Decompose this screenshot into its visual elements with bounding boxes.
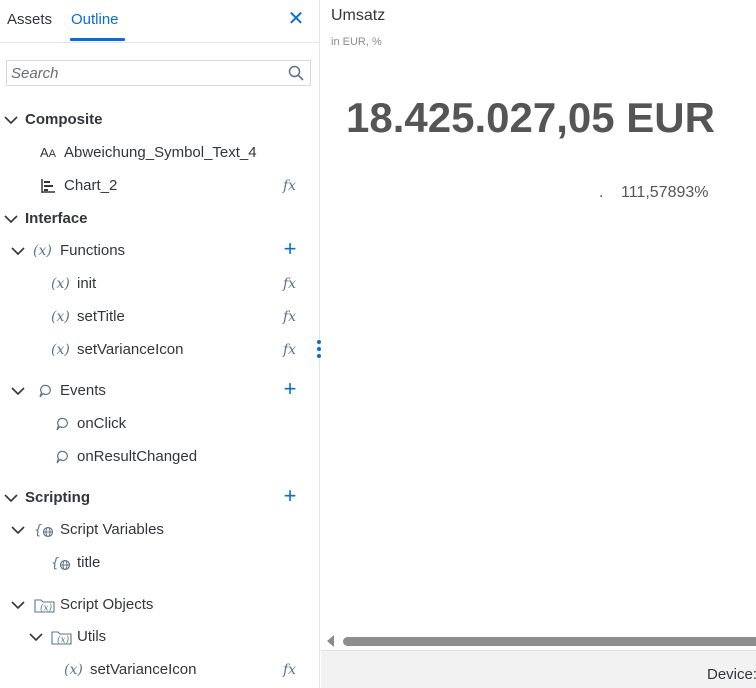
tree-node-events[interactable]: Events +: [0, 378, 320, 404]
tree-label: init: [77, 275, 97, 292]
scrollbar-thumb[interactable]: [343, 637, 756, 646]
tree-label: setVarianceIcon: [90, 661, 197, 678]
tree-node-setvarianceicon[interactable]: (x) setVarianceIcon fx: [0, 337, 320, 363]
tree-label: Scripting: [25, 489, 91, 506]
function-icon: (x): [51, 342, 70, 358]
chevron-down-icon[interactable]: [11, 523, 25, 537]
add-function-icon[interactable]: +: [281, 238, 299, 260]
svg-text:(x): (x): [40, 603, 53, 614]
fx-icon[interactable]: fx: [283, 309, 296, 325]
fx-icon[interactable]: fx: [283, 342, 296, 358]
add-script-icon[interactable]: +: [281, 485, 299, 507]
tree-node-onclick[interactable]: onClick: [0, 411, 320, 437]
horizontal-scrollbar[interactable]: [321, 632, 756, 650]
tree-label: Events: [60, 382, 106, 399]
function-icon: (x): [33, 243, 52, 259]
tree-label: Interface: [25, 210, 88, 227]
search-input[interactable]: [7, 61, 277, 85]
tree-node-chart[interactable]: Chart_2 fx: [0, 173, 320, 199]
chevron-down-icon[interactable]: [4, 113, 18, 127]
tree-label: Composite: [25, 111, 103, 128]
tree-node-composite[interactable]: Composite: [0, 107, 320, 133]
fx-icon[interactable]: fx: [283, 276, 296, 292]
tree-node-utils-setvarianceicon[interactable]: (x) setVarianceIcon fx: [0, 657, 320, 683]
tree-label: Functions: [60, 242, 126, 259]
close-icon[interactable]: ✕: [285, 8, 307, 30]
text-icon: AA: [40, 145, 57, 160]
widget-title: Umsatz: [331, 7, 386, 24]
tree-label: Chart_2: [64, 177, 118, 194]
script-object-icon: (x): [51, 631, 72, 646]
function-icon: (x): [51, 309, 70, 325]
tree-node-script-variables[interactable]: { Script Variables: [0, 517, 320, 543]
svg-text:{: {: [34, 523, 42, 538]
panel-tabs: Assets Outline ✕: [0, 0, 320, 43]
chevron-down-icon[interactable]: [11, 598, 25, 612]
variance-symbol: .: [599, 184, 604, 201]
event-icon: [56, 450, 68, 464]
tree-node-script-objects[interactable]: (x) Script Objects: [0, 592, 320, 618]
chevron-down-icon[interactable]: [11, 244, 25, 258]
event-icon: [56, 417, 68, 431]
tree-label: Abweichung_Symbol_Text_4: [64, 144, 257, 161]
outline-panel: Assets Outline ✕ Composite AA Abweichung…: [0, 0, 320, 688]
scroll-left-icon[interactable]: [327, 635, 334, 647]
tree-node-onresultchanged[interactable]: onResultChanged: [0, 444, 320, 470]
fx-icon[interactable]: fx: [283, 662, 296, 678]
tree-node-settitle[interactable]: (x) setTitle fx: [0, 304, 320, 330]
function-icon: (x): [51, 276, 70, 292]
tab-active-indicator: [70, 38, 125, 41]
tree-label: Utils: [77, 628, 107, 645]
tab-outline[interactable]: Outline: [71, 11, 119, 28]
kpi-value: 18.425.027,05 EUR: [346, 94, 715, 141]
svg-text:(x): (x): [57, 635, 70, 646]
search-icon[interactable]: [288, 65, 304, 81]
widget-subtitle: in EUR, %: [331, 36, 382, 48]
device-label: Device:: [707, 666, 756, 683]
chart-icon: [41, 179, 55, 193]
svg-text:{: {: [51, 556, 59, 571]
function-icon: (x): [64, 662, 83, 678]
tree-node-scripting[interactable]: Scripting +: [0, 485, 320, 511]
tree-label: onClick: [77, 415, 127, 432]
tab-assets[interactable]: Assets: [7, 11, 52, 28]
chevron-down-icon[interactable]: [29, 630, 43, 644]
global-variable-icon: {: [51, 556, 71, 571]
chevron-down-icon[interactable]: [4, 212, 18, 226]
tree-node-interface[interactable]: Interface: [0, 206, 320, 232]
chevron-down-icon[interactable]: [4, 491, 18, 505]
tree-node-functions[interactable]: (x) Functions +: [0, 238, 320, 264]
search-field[interactable]: [6, 60, 311, 86]
tree-label: title: [77, 554, 101, 571]
widget-canvas: Umsatz in EUR, % 18.425.027,05 EUR . 111…: [321, 0, 756, 688]
add-event-icon[interactable]: +: [281, 378, 299, 400]
tree-node-symbol-text[interactable]: AA Abweichung_Symbol_Text_4: [0, 140, 320, 166]
tree-label: Script Objects: [60, 596, 154, 613]
chevron-down-icon[interactable]: [11, 384, 25, 398]
tree-label: onResultChanged: [77, 448, 198, 465]
fx-icon[interactable]: fx: [283, 178, 296, 194]
tree-node-utils[interactable]: (x) Utils: [0, 624, 320, 650]
global-variable-icon: {: [34, 523, 54, 538]
tree-label: Script Variables: [60, 521, 164, 538]
script-object-icon: (x): [34, 599, 55, 614]
event-icon: [39, 384, 51, 398]
tree-node-init[interactable]: (x) init fx: [0, 271, 320, 297]
tree-label: setVarianceIcon: [77, 341, 184, 358]
tree-node-title[interactable]: { title: [0, 550, 320, 576]
variance-percent: 111,57893%: [621, 184, 709, 201]
tree-label: setTitle: [77, 308, 125, 325]
status-bar: Device:: [321, 650, 756, 688]
